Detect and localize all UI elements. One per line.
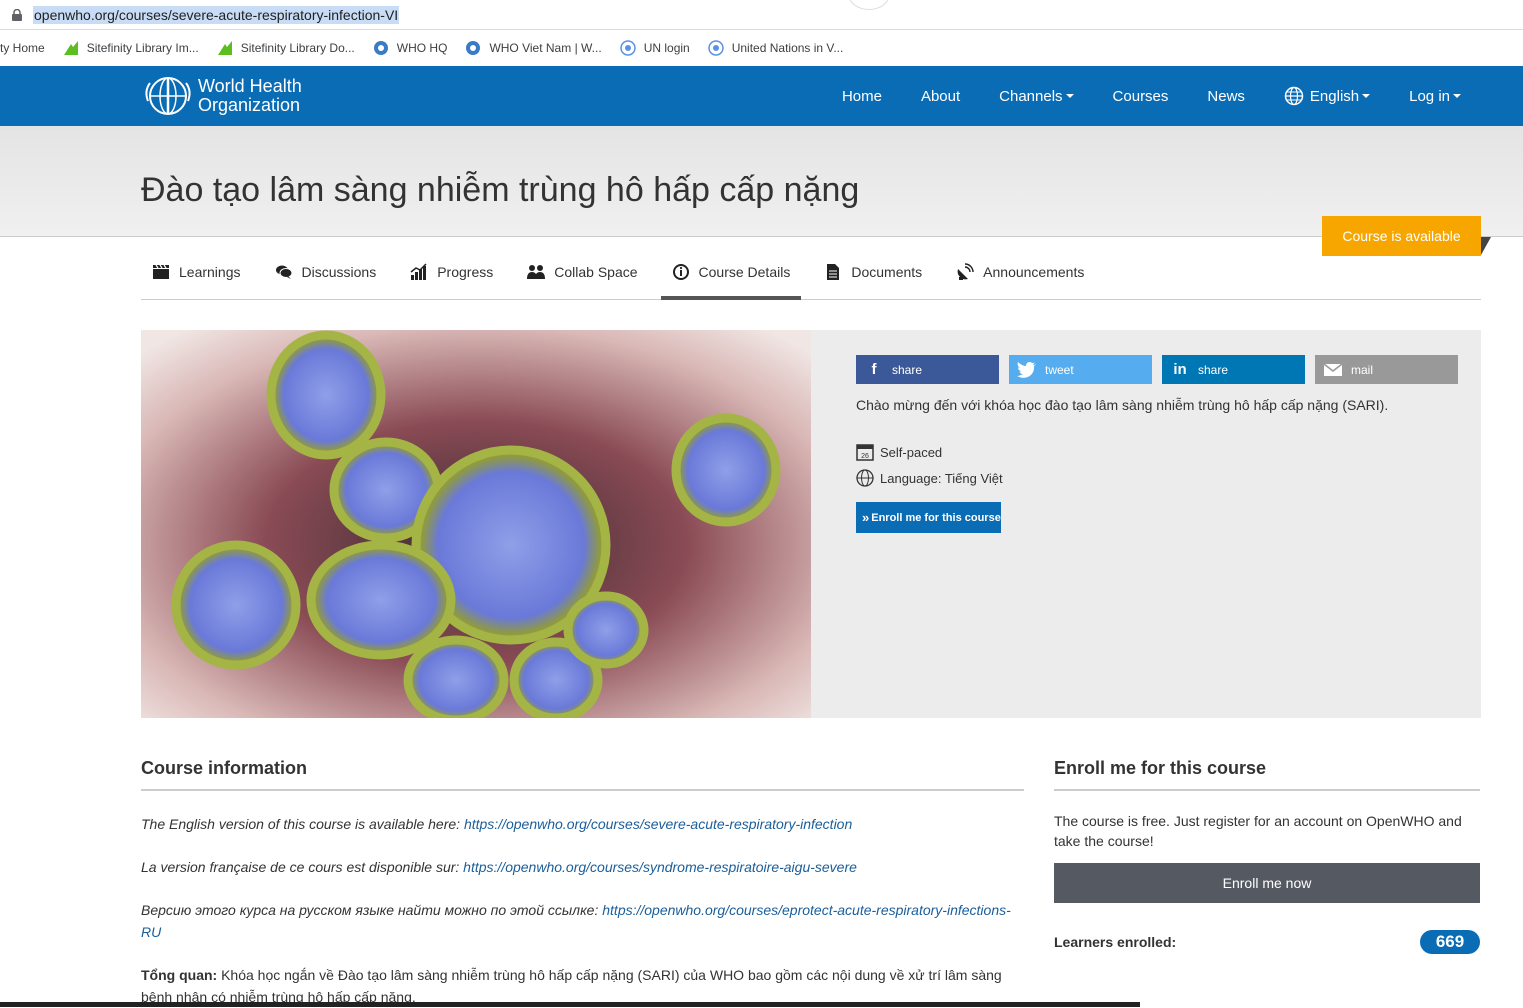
learners-label: Learners enrolled: [1054, 934, 1177, 950]
mail-share-button[interactable]: mail [1315, 355, 1458, 384]
pace-info: 26 Self-paced [856, 443, 942, 461]
bar-chart-icon [410, 263, 427, 280]
clapperboard-icon [153, 264, 169, 279]
users-icon [527, 265, 546, 279]
bookmark-sitefinity-do[interactable]: Sitefinity Library Do... [217, 40, 355, 56]
bookmark-home[interactable]: ty Home [0, 41, 45, 55]
nav-language[interactable]: English [1284, 86, 1371, 106]
document-icon [827, 264, 840, 280]
enroll-course-button[interactable]: » Enroll me for this course [856, 502, 1001, 533]
chat-bubbles-icon [275, 265, 292, 279]
english-course-link[interactable]: https://openwho.org/courses/severe-acute… [464, 816, 852, 832]
learners-count-badge: 669 [1420, 930, 1480, 954]
twitter-icon [1017, 361, 1036, 378]
nav-login[interactable]: Log in [1409, 88, 1461, 105]
who-icon [373, 41, 388, 55]
caret-down-icon [1065, 94, 1074, 98]
tab-course-details[interactable]: Course Details [660, 248, 802, 300]
nav-news[interactable]: News [1207, 88, 1245, 105]
french-version-note: La version française de ce cours est dis… [141, 859, 857, 875]
globe-icon [1284, 86, 1304, 106]
language-info: Language: Tiếng Việt [856, 469, 1003, 487]
satellite-dish-icon [957, 263, 974, 280]
tab-announcements[interactable]: Announcements [945, 248, 1095, 296]
profile-circle [848, 0, 890, 10]
facebook-share-button[interactable]: f share [856, 355, 999, 384]
info-circle-icon [672, 264, 689, 280]
enroll-description: The course is free. Just register for an… [1054, 813, 1462, 849]
un-icon [619, 40, 636, 56]
nav-channels[interactable]: Channels [999, 88, 1074, 105]
enroll-heading: Enroll me for this course [1054, 758, 1480, 791]
course-information-heading: Course information [141, 758, 1024, 791]
facebook-icon: f [871, 361, 877, 378]
caret-down-icon [1453, 94, 1461, 98]
english-version-note: The English version of this course is av… [141, 816, 853, 832]
nav-about[interactable]: About [921, 88, 960, 105]
double-chevron-right-icon: » [862, 510, 870, 525]
svg-text:26: 26 [861, 453, 869, 460]
course-hero: f share tweet in share mail Chào mừng đế… [141, 330, 1481, 718]
tab-documents[interactable]: Documents [813, 248, 933, 296]
browser-address-bar[interactable]: openwho.org/courses/severe-acute-respira… [0, 0, 1523, 32]
sitefinity-icon [217, 41, 232, 55]
nav-home[interactable]: Home [842, 88, 882, 105]
french-course-link[interactable]: https://openwho.org/courses/syndrome-res… [463, 859, 857, 875]
un-icon [707, 40, 724, 56]
who-logo[interactable]: World Health Organization [142, 71, 302, 121]
who-emblem-icon [145, 77, 191, 115]
logo-line1: World Health [198, 76, 302, 96]
tab-collab-space[interactable]: Collab Space [516, 248, 648, 296]
calendar-icon: 26 [856, 444, 874, 461]
share-buttons: f share tweet in share mail [856, 355, 1468, 384]
main-nav: Home About Channels Courses News English… [803, 66, 1461, 126]
badge-ribbon-tail [1481, 237, 1491, 255]
virus-micrograph-image [141, 330, 811, 718]
linkedin-icon: in [1173, 361, 1187, 378]
bookmark-who-hq[interactable]: WHO HQ [373, 40, 447, 56]
linkedin-share-button[interactable]: in share [1162, 355, 1305, 384]
course-title: Đào tạo lâm sàng nhiễm trùng hô hấp cấp … [141, 171, 860, 209]
taskbar-edge [0, 1002, 1140, 1007]
tab-progress[interactable]: Progress [399, 248, 504, 296]
lock-icon [12, 9, 22, 21]
bookmark-sitefinity-im[interactable]: Sitefinity Library Im... [63, 40, 199, 56]
course-information: Course information The English version o… [141, 758, 1024, 1008]
enroll-panel: Enroll me for this course The course is … [1054, 758, 1480, 954]
globe-icon [856, 469, 874, 487]
nav-courses[interactable]: Courses [1113, 88, 1169, 105]
who-icon [466, 41, 481, 55]
course-title-band: Đào tạo lâm sàng nhiễm trùng hô hấp cấp … [0, 126, 1523, 237]
bookmark-un-login[interactable]: UN login [619, 40, 690, 56]
caret-down-icon [1362, 94, 1371, 98]
sitefinity-icon [63, 41, 78, 55]
logo-line2: Organization [198, 95, 301, 115]
mail-icon [1323, 362, 1343, 376]
course-tabs: Learnings Discussions Progress Collab Sp… [141, 248, 1481, 300]
bookmark-un-vietnam[interactable]: United Nations in V... [707, 40, 843, 56]
russian-version-note: Версию этого курса на русском языке найт… [141, 902, 1011, 940]
url-text[interactable]: openwho.org/courses/severe-acute-respira… [33, 6, 400, 24]
bookmarks-bar: ty Home Sitefinity Library Im... Sitefin… [0, 33, 1523, 63]
bookmark-who-vietnam[interactable]: WHO Viet Nam | W... [465, 40, 602, 56]
course-welcome-text: Chào mừng đến với khóa học đào tạo lâm s… [856, 397, 1389, 413]
tab-discussions[interactable]: Discussions [264, 248, 388, 296]
twitter-tweet-button[interactable]: tweet [1009, 355, 1152, 384]
enroll-now-button[interactable]: Enroll me now [1054, 863, 1480, 903]
tab-learnings[interactable]: Learnings [141, 248, 252, 296]
learners-enrolled: Learners enrolled: 669 [1054, 930, 1480, 954]
site-header: World Health Organization Home About Cha… [0, 66, 1523, 126]
